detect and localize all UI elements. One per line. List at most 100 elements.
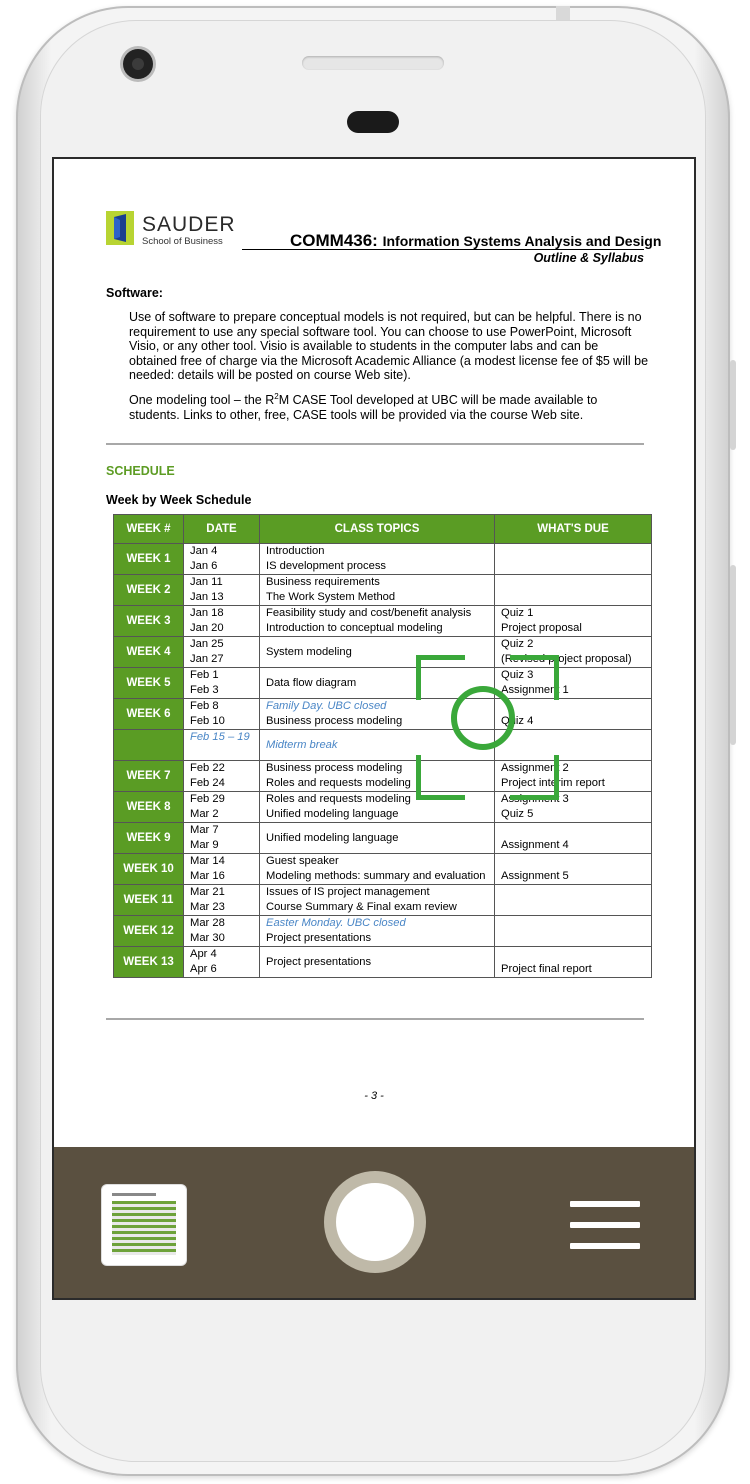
shutter-button[interactable] [324,1171,426,1273]
logo-name: SAUDER [142,213,236,236]
date-line: Feb 1 [190,669,219,681]
topic-line: Project presentations [266,932,372,944]
due-cell: Project final report [494,946,652,978]
due-cell [494,543,652,575]
table-row: WEEK 13 Apr 4 Apr 6 Project presentations P… [113,946,652,978]
topic-cell: Issues of IS project management Course Su… [259,884,495,916]
week-cell: WEEK 2 [113,574,184,606]
header-rule [242,249,644,250]
due-cell: Quiz 1 Project proposal [494,605,652,637]
table-row: WEEK 7 Feb 22 Feb 24 Business process model… [113,760,652,792]
week-cell: WEEK 7 [113,760,184,792]
date-cell: Feb 29 Mar 2 [183,791,260,823]
focus-reticle-corner [416,655,465,700]
topic-line: The Work System Method [266,591,396,603]
date-cell: Mar 14 Mar 16 [183,853,260,885]
empty-line [190,745,253,760]
topic-line: Feasibility study and cost/benefit analy… [266,607,472,619]
date-line: Mar 23 [190,901,225,913]
phone-screen: SAUDER School of Business COMM436: Infor… [52,157,696,1300]
due-cell [494,915,652,947]
date-cell: Jan 4 Jan 6 [183,543,260,575]
column-header: WEEK # [113,514,184,544]
document-thumbnail-icon[interactable] [102,1185,186,1265]
date-line: Apr 6 [190,963,217,975]
date-cell: Apr 4 Apr 6 [183,946,260,978]
topic-line: Project presentations [266,955,372,968]
date-line: Feb 24 [190,777,225,789]
week-cell: WEEK 5 [113,667,184,699]
date-line: Feb 10 [190,715,225,727]
date-cell: Feb 8 Feb 10 [183,698,260,730]
table-row: WEEK 11 Mar 21 Mar 23 Issues of IS project … [113,884,652,916]
bottom-divider [106,1018,644,1020]
menu-line [570,1222,640,1228]
empty-line [501,947,645,962]
due-cell [494,574,652,606]
date-line: Mar 21 [190,886,225,898]
date-cell: Jan 11 Jan 13 [183,574,260,606]
logo-subtitle: School of Business [142,236,223,247]
column-header: CLASS TOPICS [259,514,495,544]
date-line: Mar 28 [190,917,225,929]
week-cell: WEEK 6 [113,698,184,730]
document-subtitle: Outline & Syllabus [533,251,644,265]
hamburger-menu-icon[interactable] [570,1201,640,1249]
table-row: WEEK 4 Jan 25 Jan 27 System modeling Quiz 2(… [113,636,652,668]
topic-cell: Easter Monday. UBC closed Project present… [259,915,495,947]
date-cell: Jan 18 Jan 20 [183,605,260,637]
due-cell: Assignment 4 [494,822,652,854]
date-cell: Mar 28 Mar 30 [183,915,260,947]
software-heading: Software: [106,286,163,300]
table-body: WEEK 1 Jan 4 Jan 6 Introduction IS developme… [113,543,652,978]
topic-line: IS development process [266,560,387,572]
shutter-button-icon [336,1183,414,1261]
earpiece [347,111,399,133]
week-cell: WEEK 1 [113,543,184,575]
section-divider [106,443,644,445]
focus-target-icon [451,686,515,750]
date-line: Jan 13 [190,591,224,603]
due-line: Assignment 5 [501,870,569,882]
topic-line: Unified modeling language [266,808,399,820]
volume-button [730,360,736,450]
due-line: Assignment 4 [501,839,569,851]
topic-cell: Feasibility study and cost/benefit analy… [259,605,495,637]
due-cell [494,884,652,916]
schedule-table: WEEK # DATE CLASS TOPICS WHAT'S DUE WEEK… [113,514,652,978]
date-line: Mar 14 [190,855,225,867]
software-p2-start: One modeling tool – the R [129,393,275,408]
date-line: Feb 3 [190,684,219,696]
focus-reticle-corner [416,755,465,800]
topic-line: Introduction [266,545,325,557]
focus-reticle-corner [510,755,559,800]
date-line: Jan 11 [190,576,223,588]
course-code: COMM436: [290,231,378,250]
date-cell: Mar 21 Mar 23 [183,884,260,916]
sensor-notch [556,6,570,20]
date-cell: Feb 22 Feb 24 [183,760,260,792]
empty-line [501,699,645,714]
topic-line: Introduction to conceptual modeling [266,622,443,634]
thumbnail-table [112,1201,176,1255]
table-row: WEEK 12 Mar 28 Mar 30 Easter Monday. UBC cl… [113,915,652,947]
date-line: Feb 29 [190,793,225,805]
table-row: WEEK 10 Mar 14 Mar 16 Guest speaker Modeling… [113,853,652,885]
week-schedule-heading: Week by Week Schedule [106,493,252,507]
table-row: WEEK 6 Feb 8 Feb 10 Family Day. UBC closed B… [113,698,652,730]
date-cell: Feb 1 Feb 3 [183,667,260,699]
date-line: Mar 9 [190,839,219,851]
table-row: WEEK 5 Feb 1 Feb 3 Data flow diagram Quiz 3A… [113,667,652,699]
speaker-slot [302,56,444,70]
scanned-document: SAUDER School of Business COMM436: Infor… [54,159,694,1147]
table-row: WEEK 9 Mar 7 Mar 9 Unified modeling languag… [113,822,652,854]
date-cell: Mar 7 Mar 9 [183,822,260,854]
date-line: Jan 4 [190,545,218,557]
date-line: Mar 7 [190,824,219,836]
due-line: Quiz 1 [501,607,534,619]
topic-line: Business requirements [266,576,380,588]
topic-line: Issues of IS project management [266,886,430,898]
menu-line [570,1201,640,1207]
date-line: Jan 25 [190,638,224,650]
software-paragraph-1: Use of software to prepare conceptual mo… [129,310,649,382]
